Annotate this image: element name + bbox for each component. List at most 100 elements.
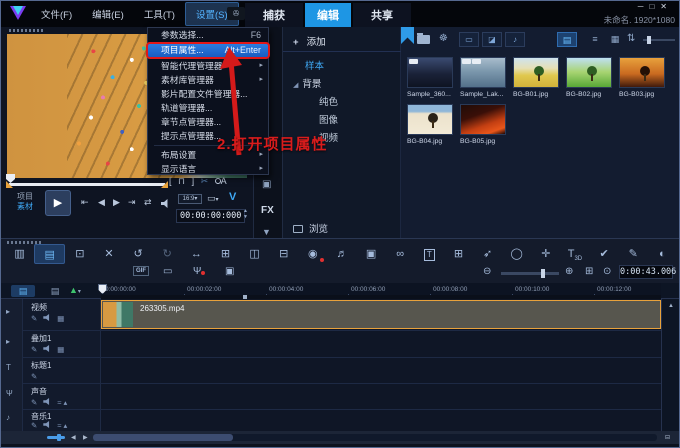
- filter-audio-button[interactable]: ♪: [505, 32, 525, 47]
- duration-clock-icon[interactable]: ⊙: [603, 266, 611, 277]
- nav-item-image[interactable]: 图像: [319, 112, 338, 126]
- mode-project[interactable]: 项目: [17, 192, 33, 202]
- library-item-thumb[interactable]: [407, 104, 453, 135]
- next-frame-button[interactable]: ▶: [113, 197, 120, 208]
- scroll-right-button[interactable]: ▶: [83, 434, 88, 441]
- track-view-button[interactable]: ▤: [11, 285, 35, 297]
- mosaic-icon[interactable]: ▦: [57, 345, 64, 354]
- filter-video-button[interactable]: ▭: [459, 32, 479, 47]
- library-item-thumb[interactable]: [566, 57, 612, 88]
- speaker-icon[interactable]: [43, 345, 50, 352]
- play-button[interactable]: ▶: [45, 190, 71, 216]
- zoom-slider-thumb[interactable]: [541, 269, 545, 278]
- track-view-alt-button[interactable]: ▤: [43, 285, 67, 297]
- cloud-media-icon[interactable]: ∞: [386, 244, 415, 264]
- template-icon[interactable]: ⊞: [444, 244, 473, 264]
- title-3d-icon[interactable]: T3D: [560, 244, 589, 264]
- fade-icon[interactable]: ▴: [64, 398, 68, 407]
- track-name-voice[interactable]: 声音: [31, 386, 47, 397]
- scrollbar-thumb[interactable]: [93, 434, 233, 441]
- stop-motion-icon[interactable]: ▣: [225, 266, 234, 277]
- step-down-icon[interactable]: ▼: [243, 214, 248, 220]
- aspect-ratio-button[interactable]: 16:9▾: [178, 194, 202, 204]
- scroll-left-button[interactable]: ◀: [71, 434, 76, 441]
- timeline-zoom-slider[interactable]: [501, 269, 559, 278]
- sort-icon[interactable]: ⇅: [627, 33, 635, 44]
- view-grid-button[interactable]: ▦: [605, 32, 625, 47]
- scrubber-playhead[interactable]: [6, 174, 15, 183]
- fit-project-icon[interactable]: ⊞: [211, 244, 240, 264]
- tab-edit[interactable]: 编辑: [305, 3, 351, 27]
- library-item-thumb[interactable]: [513, 57, 559, 88]
- zoom-out-icon[interactable]: ⊖: [483, 266, 491, 277]
- wave-icon[interactable]: ≈: [57, 398, 61, 407]
- import-media-icon[interactable]: [417, 33, 430, 44]
- zoom-in-icon[interactable]: ⊕: [565, 266, 573, 277]
- menu-file[interactable]: 文件(F): [31, 3, 82, 25]
- overlay-track-icon[interactable]: ▸: [6, 337, 10, 346]
- snapshot-button[interactable]: ▭▾: [207, 193, 219, 204]
- mode-clip[interactable]: 素材: [17, 202, 33, 212]
- browse-button[interactable]: 浏览: [293, 221, 328, 235]
- music-track-icon[interactable]: ♪: [6, 413, 10, 422]
- nav-item-sample[interactable]: 样本: [305, 58, 324, 72]
- mark-in-icon[interactable]: [: [169, 176, 174, 186]
- end-button[interactable]: ⇥: [128, 197, 136, 208]
- project-duration-display[interactable]: 0:00:43.006: [619, 265, 676, 279]
- nav-item-background[interactable]: ◢ 背景: [293, 76, 321, 90]
- pencil-icon[interactable]: ✎: [31, 345, 37, 354]
- horizontal-scrollbar[interactable]: [93, 434, 657, 441]
- menu-edit[interactable]: 编辑(E): [82, 3, 134, 25]
- scroll-up-icon[interactable]: ▲: [668, 303, 674, 309]
- scrubber-track[interactable]: [9, 183, 165, 186]
- trim-icon[interactable]: ⊓: [178, 176, 187, 186]
- tools-icon[interactable]: ✕: [94, 244, 123, 264]
- previous-frame-button[interactable]: ◀: [98, 197, 105, 208]
- screen-record-icon[interactable]: ▭: [163, 266, 172, 277]
- minimize-button[interactable]: ─: [638, 2, 650, 11]
- filter-photo-button[interactable]: ◪: [482, 32, 502, 47]
- close-button[interactable]: ✕: [660, 2, 673, 11]
- pencil-icon[interactable]: ✎: [31, 398, 37, 407]
- motion-tracking-icon[interactable]: ➶: [473, 244, 502, 264]
- nav-item-solid-color[interactable]: 纯色: [319, 94, 338, 108]
- face-tracking-icon[interactable]: ✛: [531, 244, 560, 264]
- rail-scroll-down-icon[interactable]: ▼: [262, 227, 271, 237]
- wave-icon[interactable]: ≈: [57, 421, 61, 430]
- smart-proxy-icon[interactable]: ☸: [439, 33, 448, 44]
- menu-tools[interactable]: 工具(T): [134, 3, 185, 25]
- media-library-icon[interactable]: ▣: [262, 179, 271, 190]
- library-item-thumb[interactable]: [619, 57, 665, 88]
- slideshow-icon[interactable]: ▣: [357, 244, 386, 264]
- home-button[interactable]: ⇤: [81, 197, 89, 208]
- color-adjust-icon[interactable]: ◐: [648, 244, 677, 264]
- library-item-thumb[interactable]: [460, 104, 506, 135]
- storyboard-view-icon[interactable]: ▥: [5, 244, 34, 264]
- add-folder-button[interactable]: + 添加: [293, 34, 326, 48]
- mask-creator-icon[interactable]: ◯: [502, 244, 531, 264]
- thumb-size-slider[interactable]: [643, 36, 675, 44]
- slider-thumb[interactable]: [647, 36, 651, 44]
- ripple-edit-button[interactable]: ▲▾: [69, 285, 81, 295]
- volume-icon[interactable]: [161, 199, 168, 208]
- corner-resize-icon[interactable]: ⊟: [665, 434, 670, 441]
- menu-item-display-language[interactable]: 显示语言 ▸: [148, 162, 268, 176]
- fade-icon[interactable]: ▴: [64, 421, 68, 430]
- redo-icon[interactable]: ↻: [153, 244, 182, 264]
- split-screen-icon[interactable]: ◫: [240, 244, 269, 264]
- voiceover-mic-icon[interactable]: Ψ: [193, 266, 206, 277]
- video-track-icon[interactable]: ▸: [6, 307, 10, 316]
- enlarge-preview-icon[interactable]: [214, 178, 221, 184]
- color-wheel-icon[interactable]: ◉: [298, 244, 327, 264]
- track-name-title[interactable]: 标题1: [31, 360, 51, 371]
- v-mark-button[interactable]: V: [229, 191, 236, 203]
- menu-item-preferences[interactable]: 参数选择... F6: [148, 28, 268, 42]
- track-name-overlay[interactable]: 叠加1: [31, 333, 51, 344]
- pencil-icon[interactable]: ✎: [31, 421, 37, 430]
- fx-button[interactable]: FX: [261, 205, 274, 216]
- speaker-icon[interactable]: [43, 421, 50, 428]
- pencil-icon[interactable]: ✎: [31, 314, 37, 323]
- track-controls[interactable]: ✎: [31, 372, 37, 381]
- track-controls[interactable]: ✎ ▦: [31, 345, 64, 354]
- copy-icon[interactable]: ⊡: [65, 244, 94, 264]
